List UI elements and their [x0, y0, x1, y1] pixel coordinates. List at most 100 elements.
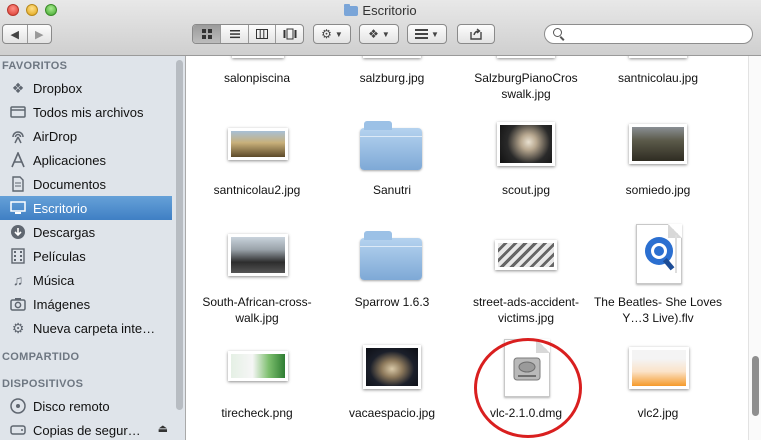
dropbox-icon: ❖	[11, 79, 25, 96]
image-thumbnail	[228, 351, 288, 381]
dropbox-icon: ❖	[368, 27, 379, 41]
action-menu-button[interactable]: ⚙ ▼	[313, 24, 351, 44]
content-scroll-thumb[interactable]	[752, 356, 759, 416]
sidebar-header-shared: COMPARTIDO	[2, 351, 80, 363]
disk-icon	[9, 421, 27, 439]
file-name: salzburg.jpg	[359, 71, 425, 85]
sidebar-item-applications[interactable]: Aplicaciones	[0, 148, 172, 172]
content-scrollbar[interactable]	[748, 56, 761, 440]
column-view-button[interactable]	[249, 25, 277, 43]
sidebar-item-music[interactable]: ♫ Música	[0, 268, 172, 292]
arrange-icon	[415, 29, 429, 39]
list-view-icon	[229, 30, 240, 39]
documents-icon	[9, 175, 27, 193]
sidebar-item-remote-disk[interactable]: Disco remoto	[0, 394, 172, 418]
sidebar-scroll-thumb[interactable]	[176, 60, 183, 410]
applications-icon	[9, 151, 27, 169]
image-thumbnail	[232, 56, 284, 58]
file-name: santnicolau.jpg	[617, 71, 699, 85]
sidebar-item-airdrop[interactable]: AirDrop	[0, 124, 172, 148]
sidebar-item-new-folder[interactable]: ⚙ Nueva carpeta inte…	[0, 316, 172, 340]
sidebar-header-devices: DISPOSITIVOS	[2, 378, 84, 390]
image-thumbnail	[497, 122, 555, 166]
image-thumbnail	[228, 128, 288, 160]
file-name: tirecheck.png	[221, 406, 293, 420]
arrange-menu-button[interactable]: ▼	[407, 24, 447, 44]
quicktime-icon	[645, 235, 677, 273]
file-item[interactable]: South-African-cross-walk.jpg	[192, 226, 322, 326]
video-file-icon	[636, 224, 682, 284]
chevron-down-icon: ▼	[381, 29, 390, 39]
image-thumbnail	[629, 124, 687, 164]
sidebar-scrollbar[interactable]	[175, 58, 183, 438]
chevron-down-icon: ▼	[334, 29, 343, 39]
share-icon	[470, 28, 482, 40]
file-item[interactable]: somiedo.jpg	[593, 116, 723, 197]
image-thumbnail	[497, 56, 555, 58]
file-item[interactable]: vlc2.jpg	[593, 341, 723, 440]
list-view-button[interactable]	[221, 25, 249, 43]
forward-button[interactable]: ▶	[28, 25, 52, 43]
sidebar-item-movies[interactable]: Películas	[0, 244, 172, 268]
file-item[interactable]: Sparrow 1.6.3	[327, 226, 457, 326]
forward-icon: ▶	[35, 28, 44, 41]
chevron-down-icon: ▼	[431, 29, 439, 39]
back-button[interactable]: ◀	[3, 25, 28, 43]
file-name: Sparrow 1.6.3	[354, 295, 430, 309]
file-item[interactable]: vacaespacio.jpg	[327, 341, 457, 440]
share-button[interactable]	[457, 24, 495, 44]
file-name: vacaespacio.jpg	[348, 406, 436, 420]
image-thumbnail	[629, 56, 687, 58]
file-item[interactable]: Sanutri	[327, 116, 457, 197]
desktop-icon	[9, 199, 27, 217]
coverflow-view-button[interactable]	[276, 25, 303, 43]
search-input[interactable]	[567, 27, 751, 43]
file-name: SalzburgPianoCros swalk.jpg	[474, 71, 578, 101]
all-files-icon	[9, 103, 27, 121]
sidebar: FAVORITOS ❖ Dropbox Todos mis archivos A…	[0, 56, 186, 440]
pictures-icon	[9, 295, 27, 313]
highlight-circle	[474, 338, 582, 438]
music-icon: ♫	[12, 272, 24, 288]
file-item[interactable]: street-ads-accident-victims.jpg	[461, 226, 591, 326]
sidebar-item-pictures[interactable]: Imágenes	[0, 292, 172, 316]
dropbox-menu-button[interactable]: ❖ ▼	[359, 24, 399, 44]
file-name: scout.jpg	[501, 183, 551, 197]
coverflow-view-icon	[283, 28, 297, 40]
icon-view-icon	[201, 29, 212, 39]
image-thumbnail	[363, 56, 421, 58]
search-field[interactable]	[544, 24, 753, 44]
file-item[interactable]: scout.jpg	[461, 116, 591, 197]
file-name: The Beatles- She Loves Y…3 Live).flv	[593, 295, 723, 325]
file-name: vlc2.jpg	[637, 406, 679, 420]
gear-icon: ⚙	[321, 27, 332, 41]
navigation-buttons: ◀ ▶	[2, 24, 52, 44]
sidebar-item-backups[interactable]: Copias de segur… ⏏	[0, 418, 172, 440]
airdrop-icon	[9, 127, 27, 145]
sidebar-item-downloads[interactable]: Descargas	[0, 220, 172, 244]
sidebar-item-desktop[interactable]: Escritorio	[0, 196, 172, 220]
file-name: street-ads-accident-victims.jpg	[472, 295, 580, 325]
eject-icon[interactable]: ⏏	[158, 422, 168, 435]
file-name: South-African-cross-walk.jpg	[202, 295, 312, 325]
view-mode-selector	[192, 24, 304, 44]
icon-view-button[interactable]	[193, 25, 222, 43]
column-view-icon	[256, 29, 269, 39]
sidebar-header-favorites: FAVORITOS	[2, 60, 68, 72]
file-item[interactable]: SalzburgPianoCros swalk.jpg	[461, 56, 591, 106]
sidebar-item-dropbox[interactable]: ❖ Dropbox	[0, 76, 172, 100]
folder-icon	[344, 4, 359, 16]
file-item[interactable]: salzburg.jpg	[327, 56, 457, 106]
sidebar-item-all-files[interactable]: Todos mis archivos	[0, 100, 172, 124]
file-item[interactable]: The Beatles- She Loves Y…3 Live).flv	[593, 224, 723, 326]
image-thumbnail	[363, 345, 421, 389]
disk-icon	[9, 397, 27, 415]
downloads-icon	[9, 223, 27, 241]
file-item[interactable]: santnicolau.jpg	[593, 56, 723, 106]
file-item[interactable]: salonpiscina	[192, 56, 322, 106]
sidebar-item-documents[interactable]: Documentos	[0, 172, 172, 196]
back-icon: ◀	[10, 28, 19, 41]
image-thumbnail	[495, 240, 557, 270]
file-item[interactable]: tirecheck.png	[192, 341, 322, 440]
file-item[interactable]: santnicolau2.jpg	[192, 116, 322, 197]
